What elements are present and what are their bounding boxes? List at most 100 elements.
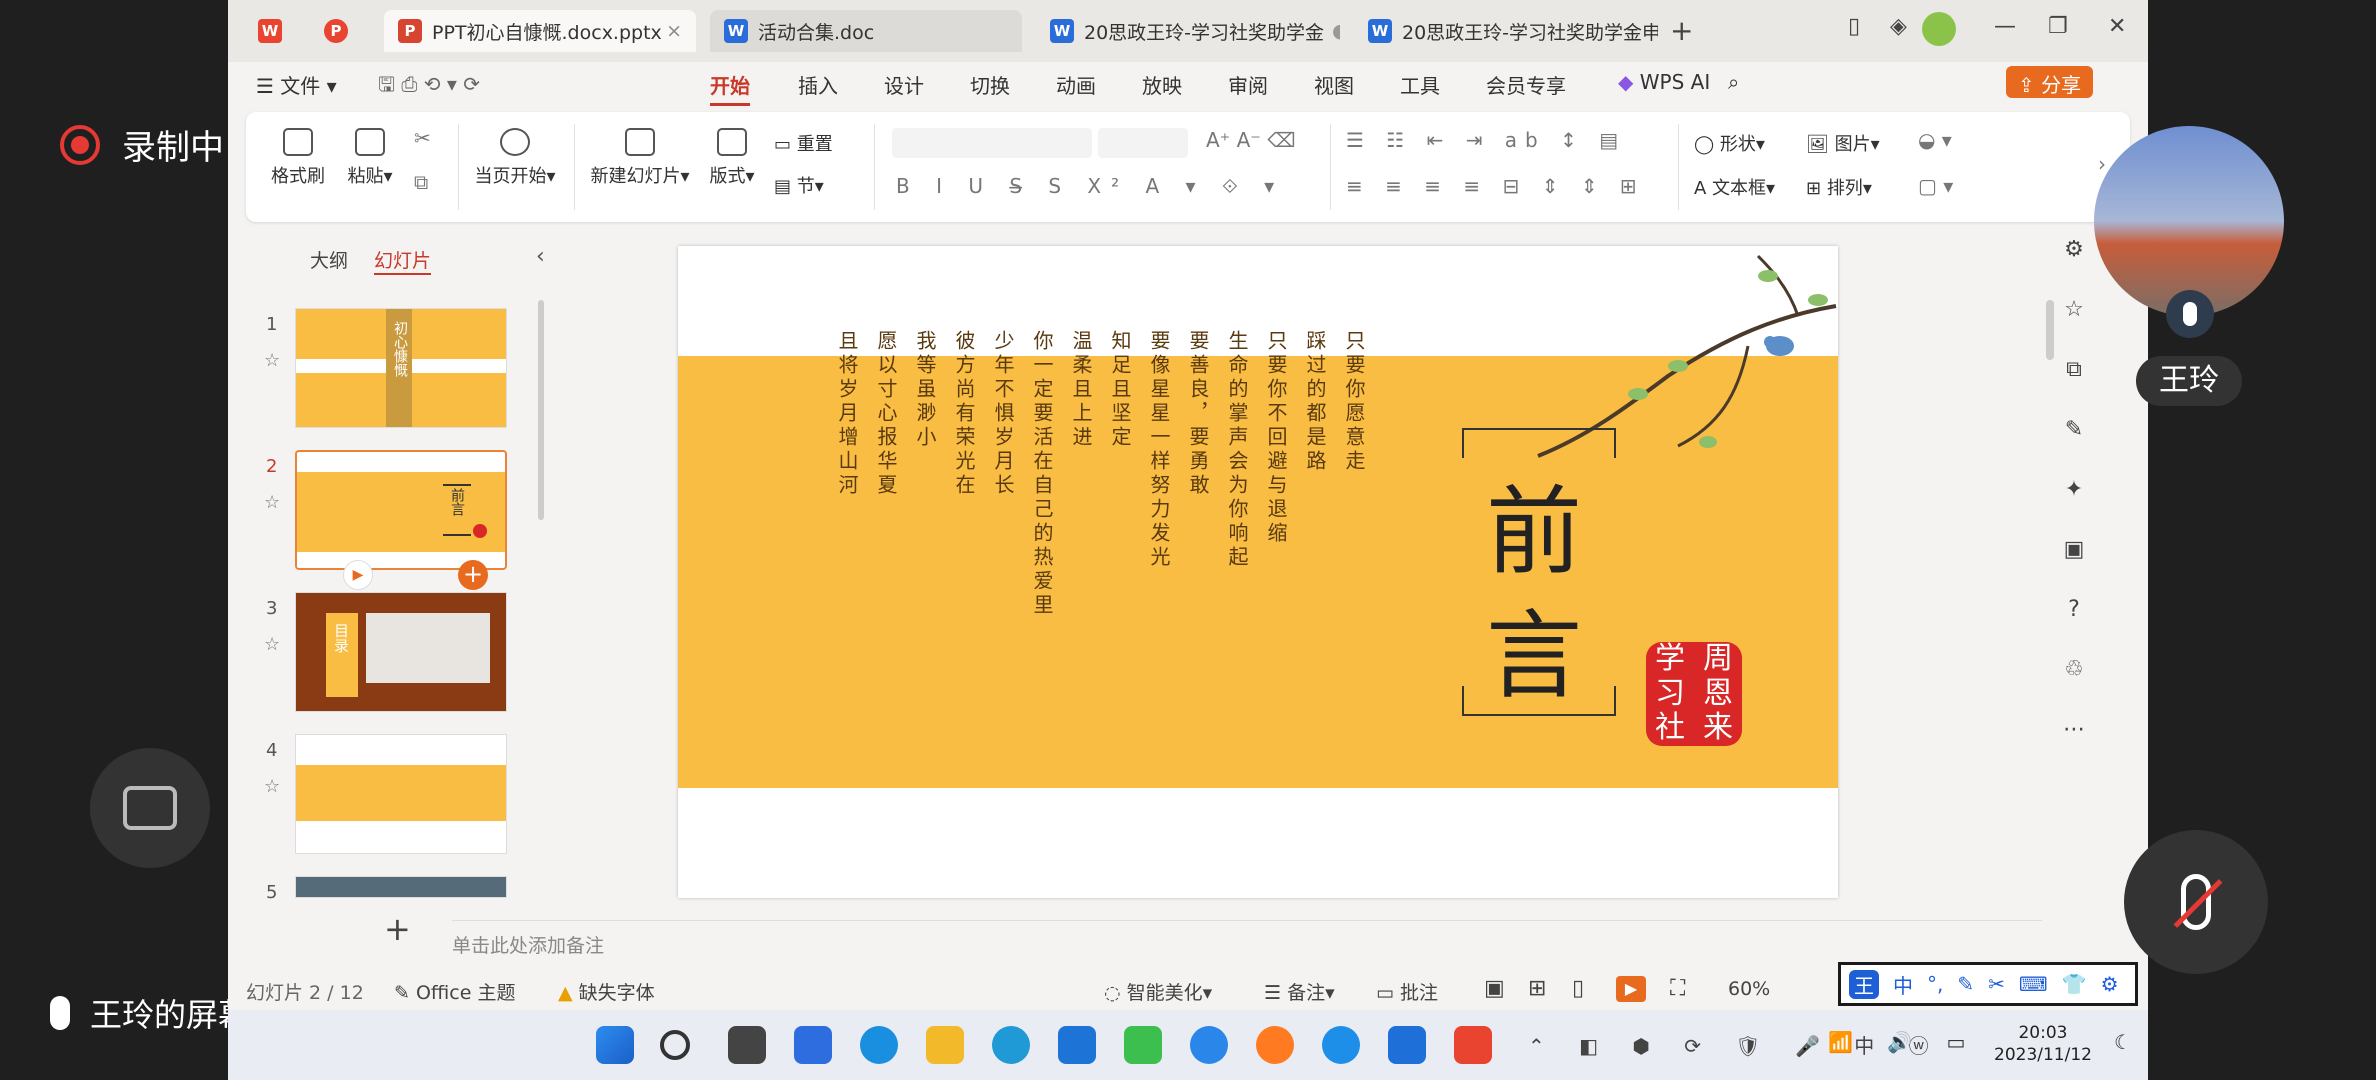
- edit-icon[interactable]: ✎: [2054, 400, 2094, 460]
- file-menu[interactable]: ☰ 文件 ▾: [256, 70, 337, 99]
- mute-button[interactable]: [2124, 830, 2268, 974]
- shape-button[interactable]: ◯ 形状▾: [1694, 130, 1765, 156]
- menu-animation[interactable]: 动画: [1056, 70, 1096, 99]
- paragraph-align-icons[interactable]: ≡ ≡ ≡ ≡ ⊟ ⇕ ⇕ ⊞: [1346, 174, 1645, 198]
- play-from-current-button[interactable]: 当页开始▾: [470, 128, 560, 188]
- font-size-select[interactable]: [1098, 128, 1188, 158]
- theme-button[interactable]: ✎ Office 主题: [394, 978, 515, 1005]
- ime-lang-toggle[interactable]: 中: [1893, 970, 1913, 999]
- beautify-button[interactable]: ◌ 智能美化▾: [1104, 978, 1212, 1005]
- tools-icon[interactable]: ✦: [2054, 460, 2094, 520]
- task-view-icon[interactable]: [728, 1026, 766, 1064]
- ime-punct-toggle[interactable]: °,: [1927, 972, 1943, 996]
- outline-icon[interactable]: ▢ ▾: [1918, 174, 1953, 198]
- arrange-button[interactable]: ⊞ 排列▾: [1806, 174, 1872, 200]
- slide-thumb-3[interactable]: 目录: [295, 592, 507, 712]
- picture-button[interactable]: 🖼 图片▾: [1806, 130, 1880, 156]
- layout-icon[interactable]: ▯: [1848, 14, 1860, 39]
- star-icon[interactable]: ☆: [2054, 280, 2094, 340]
- new-tab-icon[interactable]: +: [1670, 14, 1693, 47]
- view-grid-icon[interactable]: ⊞: [1528, 976, 1546, 1001]
- fill-icon[interactable]: ◒ ▾: [1918, 128, 1952, 152]
- copy-icon[interactable]: ⧉: [2054, 340, 2094, 400]
- wps-ai-button[interactable]: ◆ WPS AI: [1618, 70, 1710, 94]
- photos-icon[interactable]: [1388, 1026, 1426, 1064]
- review-icon[interactable]: ▣: [2054, 520, 2094, 580]
- add-slide-bottom-icon[interactable]: +: [384, 910, 411, 948]
- pane-scrollbar[interactable]: [538, 300, 544, 520]
- add-slide-icon[interactable]: +: [458, 560, 488, 590]
- copy-icon[interactable]: ⧉: [414, 170, 428, 194]
- wps-icon[interactable]: [1454, 1026, 1492, 1064]
- k-app-icon[interactable]: [1190, 1026, 1228, 1064]
- meeting-app-icon[interactable]: [1124, 1026, 1162, 1064]
- star-icon[interactable]: ☆: [264, 350, 280, 371]
- settings-slider-icon[interactable]: ⚙: [2054, 220, 2094, 280]
- slide-thumb-5[interactable]: [295, 876, 507, 898]
- format-painter-button[interactable]: 格式刷: [268, 128, 328, 188]
- menu-transition[interactable]: 切换: [970, 70, 1010, 99]
- tab-ppt[interactable]: P PPT初心自慷慨.docx.pptx ×: [384, 10, 696, 52]
- folder-icon[interactable]: [926, 1026, 964, 1064]
- search-icon[interactable]: ⌕: [1728, 70, 1739, 94]
- text-format-icons[interactable]: B I U S̶ S X² A ▾ ⟐ ▾: [896, 174, 1284, 198]
- font-family-select[interactable]: [892, 128, 1092, 158]
- missing-font-button[interactable]: ▲ 缺失字体: [558, 978, 655, 1005]
- play-slide-icon[interactable]: ▶: [343, 560, 373, 590]
- captions-button[interactable]: [90, 748, 210, 868]
- ime-keyboard-icon[interactable]: ⌨: [2019, 972, 2048, 996]
- tab-outline[interactable]: 大纲: [310, 246, 348, 273]
- view-normal-icon[interactable]: ▣: [1484, 976, 1505, 1001]
- notes-input[interactable]: 单击此处添加备注: [452, 920, 2042, 964]
- font-size-controls[interactable]: A⁺ A⁻ ⌫: [1206, 128, 1295, 152]
- layout-button[interactable]: 版式▾: [704, 128, 760, 188]
- ime-settings-icon[interactable]: ⚙: [2101, 972, 2119, 996]
- menu-review[interactable]: 审阅: [1228, 70, 1268, 99]
- notes-toggle[interactable]: ☰ 备注▾: [1264, 978, 1335, 1005]
- menu-home[interactable]: 开始: [710, 70, 750, 106]
- start-icon[interactable]: [596, 1026, 634, 1064]
- store-icon[interactable]: [794, 1026, 832, 1064]
- wps-home-tab[interactable]: W: [248, 10, 298, 52]
- minimize-icon[interactable]: —: [1994, 14, 2016, 39]
- tab-doc-scholarship[interactable]: W20思政王玲-学习社奖助学金●: [1036, 10, 1340, 52]
- ie-icon[interactable]: [1322, 1026, 1360, 1064]
- slide-thumb-1[interactable]: 初心慷慨: [295, 308, 507, 428]
- ime-cut-icon[interactable]: ✂: [1988, 972, 2005, 996]
- mail-icon[interactable]: [1058, 1026, 1096, 1064]
- menu-slideshow[interactable]: 放映: [1142, 70, 1182, 99]
- maximize-icon[interactable]: ❐: [2048, 14, 2068, 39]
- ime-toolbar[interactable]: 王 中 °, ✎ ✂ ⌨ 👕 ⚙: [1838, 962, 2138, 1006]
- tab-doc-activities[interactable]: W 活动合集.doc: [710, 10, 1022, 52]
- cube-icon[interactable]: ◈: [1890, 14, 1907, 39]
- search-icon[interactable]: [660, 1030, 690, 1060]
- edge-icon[interactable]: [860, 1026, 898, 1064]
- reset-button[interactable]: ▭ 重置: [774, 130, 833, 156]
- menu-design[interactable]: 设计: [884, 70, 924, 99]
- close-tab-icon[interactable]: ×: [666, 20, 682, 42]
- paste-button[interactable]: 粘贴▾: [342, 128, 398, 188]
- ime-handwrite-icon[interactable]: ✎: [1957, 972, 1974, 996]
- ime-skin-icon[interactable]: 👕: [2062, 972, 2087, 996]
- close-icon[interactable]: ✕: [2108, 14, 2126, 39]
- menu-tools[interactable]: 工具: [1400, 70, 1440, 99]
- cut-icon[interactable]: ✂: [414, 126, 431, 150]
- network-volume-battery-icons[interactable]: 📶 🔊 ▭: [1828, 1030, 1979, 1054]
- menu-vip[interactable]: 会员专享: [1486, 70, 1566, 99]
- edge-icon[interactable]: [992, 1026, 1030, 1064]
- participant-video[interactable]: [2094, 126, 2284, 316]
- new-slide-button[interactable]: 新建幻灯片▾: [588, 128, 692, 188]
- comments-toggle[interactable]: ▭ 批注: [1376, 978, 1438, 1005]
- tab-slides[interactable]: 幻灯片: [374, 246, 432, 275]
- star-icon[interactable]: ☆: [264, 634, 280, 655]
- slide-thumb-4[interactable]: [295, 734, 507, 854]
- ribbon-more-icon[interactable]: ›: [2098, 152, 2106, 176]
- avatar[interactable]: [1922, 12, 1956, 46]
- tab-doc-scholarship-apply[interactable]: W 20思政王玲-学习社奖助学金申请: [1354, 10, 1658, 52]
- star-icon[interactable]: ☆: [264, 776, 280, 797]
- slide-thumb-2[interactable]: 前言: [295, 450, 507, 570]
- menu-insert[interactable]: 插入: [798, 70, 838, 99]
- section-button[interactable]: ▤ 节▾: [774, 172, 824, 198]
- list-format-icons[interactable]: ☰ ☷ ⇤ ⇥ ab ↕ ▤: [1346, 128, 1626, 152]
- help-icon[interactable]: ?: [2054, 580, 2094, 640]
